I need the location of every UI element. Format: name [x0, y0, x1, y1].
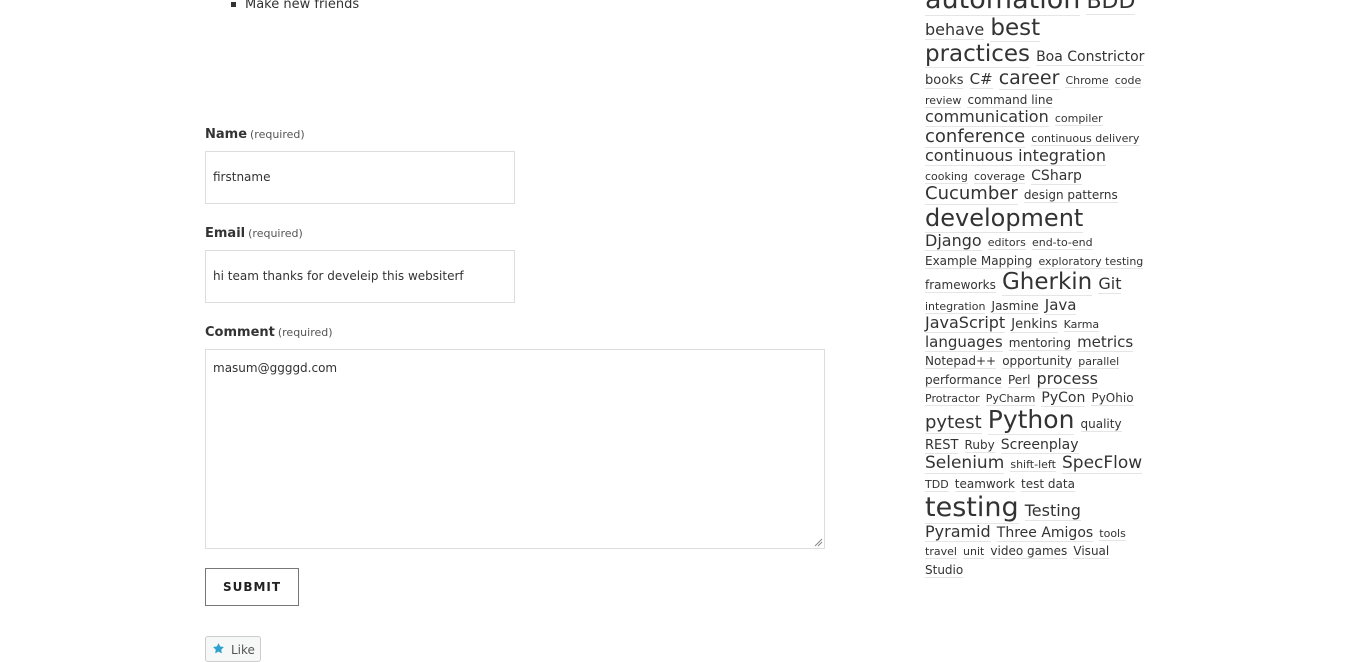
tag-link[interactable]: Perl	[1007, 372, 1031, 388]
tag-link[interactable]: Gherkin	[1001, 269, 1093, 297]
tag-link[interactable]: command line	[967, 92, 1053, 108]
tag-link[interactable]: Python	[987, 405, 1075, 436]
tag-link[interactable]: PyCharm	[985, 392, 1036, 407]
tag-link[interactable]: communication	[925, 107, 1049, 128]
tag-link[interactable]: shift-left	[1010, 458, 1056, 473]
tag-link[interactable]: BDD	[1086, 0, 1136, 15]
tag-link[interactable]: Git	[1098, 274, 1122, 295]
tag-link[interactable]: C#	[969, 69, 993, 89]
tag-link[interactable]: unit	[963, 545, 985, 560]
comment-textarea[interactable]: masum@ggggd.com	[205, 349, 825, 549]
required-tag: (required)	[248, 227, 303, 240]
tag-link[interactable]: conference	[925, 125, 1026, 148]
tag-link[interactable]: TDD	[925, 477, 949, 492]
tag-link[interactable]: process	[1036, 368, 1098, 389]
tag-link[interactable]: Boa Constrictor	[1036, 49, 1145, 67]
email-label: Email (required)	[205, 226, 303, 241]
comment-label: Comment (required)	[205, 325, 333, 340]
submit-button[interactable]: SUBMIT	[205, 568, 299, 606]
email-label-text: Email	[205, 226, 246, 241]
list-item: Make new friends	[231, 0, 359, 14]
tag-cloud: automation BDD behave best practices Boa…	[925, 0, 1147, 578]
tag-link[interactable]: Example Mapping	[925, 253, 1033, 269]
tag-link[interactable]: integration	[925, 299, 986, 314]
tag-link[interactable]: Java	[1044, 295, 1077, 315]
tag-link[interactable]: Notepad++	[925, 354, 997, 370]
tag-link[interactable]: compiler	[1054, 112, 1103, 127]
tag-link[interactable]: opportunity	[1002, 354, 1073, 370]
tag-link[interactable]: teamwork	[954, 476, 1015, 492]
name-field[interactable]: firstname	[205, 151, 515, 204]
tag-link[interactable]: Selenium	[925, 453, 1005, 475]
tag-link[interactable]: tools	[1099, 527, 1126, 542]
comment-label-text: Comment	[205, 325, 275, 340]
tag-link[interactable]: languages	[925, 332, 1003, 352]
tag-link[interactable]: REST	[925, 438, 959, 455]
tag-link[interactable]: cooking	[925, 169, 968, 184]
tag-link[interactable]: Karma	[1063, 317, 1100, 332]
list-item-text: Make new friends	[245, 0, 360, 12]
required-tag: (required)	[277, 326, 333, 339]
name-label-text: Name	[205, 127, 248, 142]
tag-link[interactable]: PyOhio	[1091, 391, 1134, 407]
comment-text: masum@ggggd.com	[213, 361, 338, 375]
required-tag: (required)	[250, 128, 305, 141]
tag-link[interactable]: CSharp	[1031, 167, 1082, 185]
tag-link[interactable]: Three Amigos	[996, 525, 1094, 543]
tag-link[interactable]: Jasmine	[991, 298, 1039, 314]
tag-link[interactable]: video games	[990, 544, 1068, 560]
tag-link[interactable]: continuous delivery	[1031, 131, 1140, 146]
tag-link[interactable]: parallel	[1078, 355, 1120, 370]
bullet-list: Make new friends	[231, 0, 359, 14]
tag-link[interactable]: Cucumber	[925, 183, 1018, 206]
tag-link[interactable]: Screenplay	[1000, 437, 1079, 455]
tag-link[interactable]: automation	[925, 0, 1081, 16]
tag-link[interactable]: career	[998, 66, 1060, 90]
tag-link[interactable]: performance	[925, 372, 1002, 388]
email-field[interactable]: hi team thanks for develeip this website…	[205, 250, 515, 303]
star-icon	[213, 643, 224, 654]
square-bullet-icon	[231, 2, 236, 7]
tag-link[interactable]: exploratory testing	[1038, 254, 1144, 269]
tag-link[interactable]: frameworks	[925, 278, 996, 294]
tag-link[interactable]: Django	[925, 231, 982, 252]
like-label: Like	[231, 643, 255, 657]
tag-link[interactable]: development	[925, 203, 1084, 233]
tag-link[interactable]: design patterns	[1023, 188, 1118, 204]
like-button[interactable]: Like	[205, 636, 261, 662]
name-label: Name (required)	[205, 127, 305, 142]
tag-link[interactable]: SpecFlow	[1062, 453, 1143, 475]
tag-link[interactable]: metrics	[1077, 332, 1134, 352]
tag-link[interactable]: behave	[925, 20, 985, 41]
tag-link[interactable]: JavaScript	[925, 312, 1006, 333]
tag-link[interactable]: Protractor	[925, 392, 980, 407]
tag-link[interactable]: editors	[987, 236, 1026, 251]
tag-link[interactable]: Ruby	[964, 438, 995, 454]
tag-link[interactable]: mentoring	[1008, 335, 1071, 351]
tag-link[interactable]: testing	[925, 492, 1019, 525]
tag-link[interactable]: Chrome	[1065, 73, 1109, 88]
tag-link[interactable]: quality	[1080, 417, 1122, 433]
tag-link[interactable]: books	[925, 72, 964, 89]
tag-link[interactable]: travel	[925, 545, 957, 560]
tag-link[interactable]: continuous integration	[925, 146, 1106, 167]
tag-link[interactable]: Jenkins	[1011, 316, 1058, 333]
tag-link[interactable]: coverage	[973, 169, 1026, 184]
tag-link[interactable]: pytest	[925, 412, 982, 435]
resize-handle-icon[interactable]	[814, 538, 823, 547]
tag-link[interactable]: test data	[1021, 476, 1075, 492]
tag-link[interactable]: end-to-end	[1031, 236, 1093, 251]
